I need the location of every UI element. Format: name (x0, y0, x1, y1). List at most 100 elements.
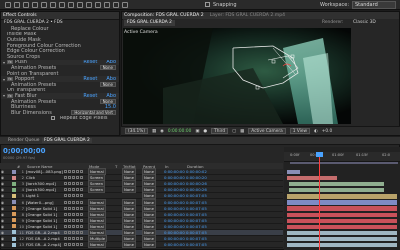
layer-duration-bar[interactable] (289, 188, 384, 193)
layer-name[interactable]: [torch300.mp4] (26, 181, 64, 186)
visibility-eye-icon[interactable]: ◉ (0, 181, 5, 186)
visibility-eye-icon[interactable]: ◉ (0, 212, 5, 217)
tab-render-queue[interactable]: Render Queue (8, 138, 39, 143)
snapshot-icon[interactable]: ◉ (160, 129, 164, 134)
layer-name[interactable]: [mov08]...083.png] (26, 169, 64, 174)
current-time-indicator-head[interactable] (316, 152, 323, 157)
parent-dropdown[interactable]: None (142, 210, 164, 218)
visibility-eye-icon[interactable]: ◉ (0, 175, 5, 180)
layer-in-point[interactable]: 0:00:00:00 (164, 224, 186, 229)
roto-tool-icon[interactable] (113, 2, 119, 8)
layer-duration-bar[interactable] (287, 230, 397, 236)
layer-switches[interactable] (64, 188, 88, 192)
clone-tool-icon[interactable] (95, 2, 101, 8)
layer-in-point[interactable]: 0:00:00:00 (164, 236, 186, 241)
visibility-eye-icon[interactable]: ◉ (0, 187, 5, 192)
layer-duration[interactable]: 0:00:00:02 (186, 169, 210, 174)
layer-duration-bar[interactable] (287, 224, 397, 230)
fx-toggle-icon[interactable]: fx (7, 60, 14, 65)
visibility-eye-icon[interactable]: ◉ (0, 218, 5, 223)
exposure-icon[interactable]: ◐ (314, 129, 318, 134)
text-tool-icon[interactable] (77, 2, 83, 8)
blend-mode-dropdown[interactable]: Normal (88, 204, 114, 212)
visibility-eye-icon[interactable]: ◉ (0, 169, 5, 174)
layer-in-point[interactable]: 0:00:00:00 (164, 212, 186, 217)
layer-duration-bar[interactable] (287, 200, 397, 205)
layer-switches[interactable] (64, 224, 88, 228)
transparency-grid-icon[interactable]: ▩ (240, 129, 244, 134)
layer-duration-bar[interactable] (287, 243, 397, 248)
timeline-layer-row[interactable]: ◉ 13 FDS GR...A 2.mp4] Normal None None 0:00:0… (0, 241, 283, 249)
brush-tool-icon[interactable] (86, 2, 92, 8)
channel-icon[interactable]: ● (203, 129, 207, 134)
fx-toggle-icon[interactable]: fx (7, 77, 14, 82)
composition-viewer[interactable] (123, 28, 351, 124)
layer-switches[interactable] (64, 170, 88, 174)
layer-in-point[interactable]: 0:00:00:00 (164, 169, 186, 174)
layer-duration[interactable]: 0:00:07:05 (186, 206, 210, 211)
visibility-eye-icon[interactable]: ◉ (0, 206, 5, 211)
label-color-swatch[interactable] (12, 206, 16, 211)
label-color-swatch[interactable] (12, 218, 16, 223)
exposure-value[interactable]: +0.0 (322, 129, 332, 134)
layer-name[interactable]: [Water0...png] (26, 200, 64, 205)
tab-layer[interactable]: Layer: FDS GRAL CUERDA 2.mp4 (210, 13, 285, 18)
layer-in-point[interactable]: 0:00:00:00 (164, 187, 186, 192)
disclosure-triangle-icon[interactable]: ▾ (3, 93, 5, 98)
effect-dropdown[interactable]: Horizontal and Vert (71, 110, 116, 116)
effect-dropdown[interactable]: None (99, 65, 116, 71)
visibility-eye-icon[interactable]: ◉ (0, 236, 5, 241)
current-time-indicator[interactable] (319, 152, 320, 250)
parent-dropdown[interactable]: None (142, 198, 164, 206)
parent-dropdown[interactable]: None (142, 241, 164, 249)
mask-tool-icon[interactable] (59, 2, 65, 8)
layer-duration-bar[interactable] (287, 175, 337, 181)
layer-name[interactable]: FDS GR...A 2.mp4] (26, 242, 64, 247)
layer-duration-bar[interactable] (287, 169, 301, 175)
layer-duration[interactable]: 0:00:00:26 (186, 187, 210, 192)
label-color-swatch[interactable] (12, 193, 16, 198)
track-matte-dropdown[interactable]: None (122, 210, 142, 218)
layer-duration[interactable]: 0:00:07:05 (186, 193, 210, 198)
layer-in-point[interactable]: 0:00:00:00 (164, 218, 186, 223)
layer-name[interactable]: Light 1 (26, 193, 64, 198)
effect-property-row[interactable]: Repeat Edge Pixels (1, 116, 119, 121)
layer-duration-bar[interactable] (289, 182, 384, 187)
grid-icon[interactable]: ▦ (152, 129, 156, 134)
in-header[interactable]: In (165, 164, 187, 169)
puppet-tool-icon[interactable] (122, 2, 128, 8)
layer-switches[interactable] (64, 230, 88, 234)
renderer-value[interactable]: Classic 3D (353, 20, 376, 25)
effect-dropdown[interactable]: None (99, 99, 116, 105)
label-color-swatch[interactable] (12, 242, 16, 247)
camera-view-dropdown[interactable]: Active Camera (248, 128, 286, 134)
visibility-eye-icon[interactable]: ◉ (0, 224, 5, 229)
reset-link[interactable]: Reset (83, 93, 100, 99)
visibility-eye-icon[interactable]: ◉ (0, 242, 5, 247)
pen-tool-icon[interactable] (68, 2, 74, 8)
layer-in-point[interactable]: 0:00:00:00 (164, 175, 186, 180)
layer-duration[interactable]: 0:00:07:05 (186, 236, 210, 241)
layer-switches[interactable] (64, 182, 88, 186)
label-color-swatch[interactable] (12, 230, 16, 235)
layer-in-point[interactable]: 0:00:00:00 (164, 230, 186, 235)
zoom-tool-icon[interactable] (23, 2, 29, 8)
visibility-eye-icon[interactable]: ◉ (0, 200, 5, 205)
duration-header[interactable]: Duration (187, 164, 211, 169)
layer-switches[interactable] (64, 176, 88, 180)
viewer-timecode[interactable]: 0:00:00:00 (168, 129, 191, 134)
layer-switches[interactable] (64, 237, 88, 241)
layer-duration-bar[interactable] (287, 218, 397, 223)
disclosure-triangle-icon[interactable]: ▾ (3, 60, 5, 65)
layer-name[interactable]: Click (26, 175, 64, 180)
layer-in-point[interactable]: 0:00:00:00 (164, 181, 186, 186)
blend-mode-value[interactable]: Screen (88, 186, 106, 194)
region-icon[interactable]: ▢ (232, 129, 236, 134)
layer-switches[interactable] (64, 218, 88, 222)
blend-mode-dropdown[interactable]: Normal (88, 210, 114, 218)
layer-duration[interactable]: 0:00:07:05 (186, 224, 210, 229)
layer-duration-bar[interactable] (287, 212, 397, 217)
timeline-timecode[interactable]: 0;00;00;00 (3, 147, 46, 155)
layer-in-point[interactable]: 0:00:00:00 (164, 193, 186, 198)
blend-mode-value[interactable]: Normal (88, 241, 106, 249)
